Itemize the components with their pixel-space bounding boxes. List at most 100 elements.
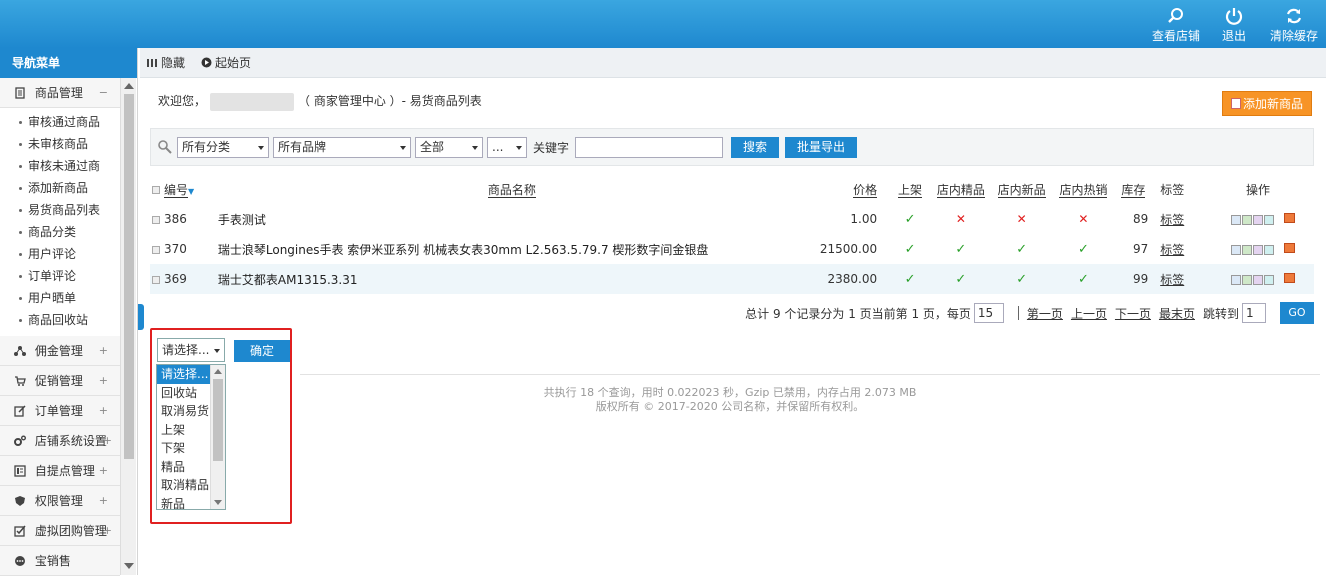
sidebar-item-category[interactable]: 商品分类 — [0, 221, 120, 243]
sidebar-item-user-comments[interactable]: 用户评论 — [0, 243, 120, 265]
view-icon[interactable] — [1231, 244, 1241, 255]
prev-page-link[interactable]: 上一页 — [1071, 305, 1107, 322]
trash-icon[interactable] — [1264, 274, 1274, 285]
sidebar-group-sales[interactable]: 宝销售 — [0, 546, 120, 576]
expand-toggle[interactable]: + — [99, 336, 108, 366]
per-page-input[interactable]: 15 — [973, 303, 1004, 323]
dropdown-scroll-thumb[interactable] — [213, 379, 223, 461]
delete-icon[interactable] — [1284, 273, 1295, 283]
best-check-icon[interactable]: ✓ — [930, 264, 991, 294]
collapse-sidebar-handle[interactable] — [138, 304, 144, 330]
row-checkbox[interactable] — [152, 245, 160, 254]
col-best-header[interactable]: 店内精品 — [931, 174, 991, 204]
sidebar-group-orders[interactable]: 订单管理 + — [0, 396, 120, 426]
batch-export-button[interactable]: 批量导出 — [785, 136, 858, 158]
option-on-sale[interactable]: 上架 — [157, 421, 211, 440]
batch-action-select[interactable]: 请选择... — [157, 338, 225, 362]
more-select[interactable]: ... — [487, 136, 527, 158]
option-best[interactable]: 精品 — [157, 458, 211, 477]
hot-cross-icon[interactable]: ✕ — [1053, 204, 1115, 234]
edit-icon[interactable] — [1242, 244, 1252, 255]
expand-toggle[interactable]: + — [99, 396, 108, 426]
sidebar-group-promotion[interactable]: 促销管理 + — [0, 366, 120, 396]
option-recycle-bin[interactable]: 回收站 — [157, 384, 211, 403]
sidebar-item-rejected[interactable]: 审核未通过商 — [0, 155, 120, 177]
hot-check-icon[interactable]: ✓ — [1052, 264, 1115, 294]
hot-check-icon[interactable]: ✓ — [1053, 234, 1115, 264]
row-name[interactable]: 瑞士艾都表AM1315.3.31 — [203, 264, 820, 294]
row-price[interactable]: 2380.00 — [819, 264, 890, 294]
row-stock[interactable]: 99 — [1114, 264, 1153, 294]
delete-icon[interactable] — [1284, 213, 1295, 223]
sidebar-item-user-showcase[interactable]: 用户晒单 — [0, 287, 120, 309]
col-name-header[interactable]: 商品名称 — [204, 174, 820, 204]
expand-toggle[interactable]: + — [103, 426, 112, 456]
option-cancel-barter[interactable]: 取消易货 — [157, 402, 211, 421]
search-button[interactable]: 搜索 — [731, 136, 780, 158]
onsale-check-icon[interactable]: ✓ — [889, 234, 931, 264]
go-button[interactable]: GO — [1280, 302, 1314, 324]
sidebar-item-barter-list[interactable]: 易货商品列表 — [0, 199, 120, 221]
edit-icon[interactable] — [1242, 274, 1252, 285]
row-tag-link[interactable]: 标签 — [1160, 243, 1184, 257]
expand-toggle[interactable]: + — [99, 366, 108, 396]
best-check-icon[interactable]: ✓ — [931, 234, 991, 264]
home-page-button[interactable]: 起始页 — [201, 54, 251, 71]
sidebar-group-virtual-groupbuy[interactable]: 虚拟团购管理 + — [0, 516, 120, 546]
sidebar-group-goods[interactable]: 商品管理 − — [0, 78, 120, 108]
jump-page-input[interactable]: 1 — [1242, 303, 1266, 323]
row-tag-link[interactable]: 标签 — [1160, 273, 1184, 287]
sidebar-scrollbar[interactable] — [120, 78, 136, 575]
sidebar-group-store-settings[interactable]: 店铺系统设置 + — [0, 426, 120, 456]
first-page-link[interactable]: 第一页 — [1027, 305, 1063, 322]
edit-icon[interactable] — [1242, 214, 1252, 225]
col-price-header[interactable]: 价格 — [820, 174, 889, 204]
select-all-checkbox[interactable] — [152, 186, 160, 194]
option-off-sale[interactable]: 下架 — [157, 439, 211, 458]
keyword-input[interactable] — [575, 136, 724, 158]
option-placeholder[interactable]: 请选择... — [157, 365, 211, 384]
trash-icon[interactable] — [1264, 214, 1274, 225]
next-page-link[interactable]: 下一页 — [1115, 305, 1151, 322]
add-goods-button[interactable]: 添加新商品 — [1221, 91, 1312, 116]
onsale-check-icon[interactable]: ✓ — [889, 264, 931, 294]
copy-icon[interactable] — [1253, 274, 1263, 285]
col-id-header[interactable]: 编号▼ — [150, 174, 204, 204]
scroll-down-arrow[interactable] — [124, 563, 134, 569]
row-tag-link[interactable]: 标签 — [1160, 213, 1184, 227]
collapse-toggle[interactable]: − — [99, 78, 108, 108]
hide-sidebar-button[interactable]: 隐藏 — [146, 54, 185, 71]
sidebar-item-unreviewed[interactable]: 未审核商品 — [0, 133, 120, 155]
new-check-icon[interactable]: ✓ — [991, 234, 1053, 264]
dropdown-scrollbar[interactable] — [210, 365, 225, 509]
copy-icon[interactable] — [1253, 214, 1263, 225]
onsale-check-icon[interactable]: ✓ — [889, 204, 931, 234]
row-checkbox[interactable] — [152, 275, 160, 284]
option-cancel-best[interactable]: 取消精品 — [157, 476, 211, 495]
view-icon[interactable] — [1231, 274, 1241, 285]
best-cross-icon[interactable]: ✕ — [931, 204, 991, 234]
sidebar-group-permissions[interactable]: 权限管理 + — [0, 486, 120, 516]
col-hot-header[interactable]: 店内热销 — [1053, 174, 1115, 204]
dropdown-scroll-down[interactable] — [214, 500, 222, 505]
expand-toggle[interactable]: + — [99, 486, 108, 516]
row-price[interactable]: 1.00 — [820, 204, 889, 234]
category-select[interactable]: 所有分类 — [177, 136, 269, 158]
view-icon[interactable] — [1231, 214, 1241, 225]
sidebar-item-approved[interactable]: 审核通过商品 — [0, 111, 120, 133]
col-stock-header[interactable]: 库存 — [1114, 174, 1152, 204]
scroll-thumb[interactable] — [124, 94, 134, 459]
batch-confirm-button[interactable]: 确定 — [234, 340, 290, 362]
logout-button[interactable]: 退出 — [1206, 6, 1262, 44]
new-check-icon[interactable]: ✓ — [990, 264, 1053, 294]
row-stock[interactable]: 89 — [1114, 204, 1152, 234]
row-stock[interactable]: 97 — [1114, 234, 1152, 264]
brand-select[interactable]: 所有品牌 — [273, 136, 411, 158]
sidebar-item-add-goods[interactable]: 添加新商品 — [0, 177, 120, 199]
col-onsale-header[interactable]: 上架 — [889, 174, 931, 204]
new-cross-icon[interactable]: ✕ — [991, 204, 1053, 234]
delete-icon[interactable] — [1284, 243, 1295, 253]
option-new[interactable]: 新品 — [157, 495, 211, 510]
sidebar-group-commission[interactable]: 佣金管理 + — [0, 336, 120, 366]
row-price[interactable]: 21500.00 — [820, 234, 889, 264]
